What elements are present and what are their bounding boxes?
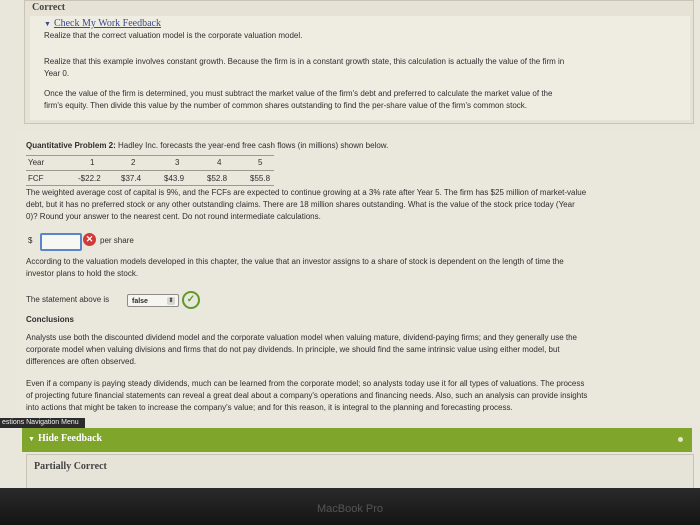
problem-desc-1: The weighted average cost of capital is … xyxy=(26,188,587,197)
table-fcf-1: -$22.2 xyxy=(78,174,101,183)
conclusion-line-1: Analysts use both the discounted dividen… xyxy=(26,333,578,342)
page: Correct ▼ Check My Work Feedback Realize … xyxy=(0,0,700,525)
statement-label: The statement above is xyxy=(26,295,110,304)
table-year-2: 2 xyxy=(131,158,136,167)
answer-unit: per share xyxy=(100,236,134,245)
feedback-line-3b: firm's equity. Then divide this value by… xyxy=(44,101,527,110)
bezel-label: MacBook Pro xyxy=(316,503,384,515)
table-year-1: 1 xyxy=(90,158,95,167)
incorrect-icon: ✕ xyxy=(83,233,96,246)
feedback-status-header: Correct xyxy=(32,2,66,13)
statement-line-1: According to the valuation models develo… xyxy=(26,257,564,266)
conclusion-line-5: of projecting future financial statement… xyxy=(26,391,588,400)
table-fcf-3: $43.9 xyxy=(164,174,185,183)
statement-select[interactable]: false ⇕ xyxy=(127,294,179,307)
table-divider xyxy=(26,185,274,186)
table-divider xyxy=(26,170,274,171)
table-fcf-4: $52.8 xyxy=(207,174,228,183)
feedback-link-label: Check My Work Feedback xyxy=(53,18,161,29)
table-fcf-2: $37.4 xyxy=(121,174,142,183)
currency-symbol: $ xyxy=(28,236,33,245)
select-arrows-icon: ⇕ xyxy=(167,297,175,305)
table-fcf-5: $55.8 xyxy=(250,174,271,183)
feedback-line-2a: Realize that this example involves const… xyxy=(44,57,565,66)
triangle-down-icon: ▼ xyxy=(28,435,35,443)
dot-icon xyxy=(678,437,683,442)
problem-desc-3: 0)? Round your answer to the nearest cen… xyxy=(26,212,321,221)
statement-select-value: false xyxy=(132,298,148,305)
partially-correct-panel xyxy=(26,454,694,490)
hide-feedback-bar[interactable] xyxy=(22,428,692,452)
problem-title-text: Hadley Inc. forecasts the year-end free … xyxy=(115,141,389,150)
feedback-line-3a: Once the value of the firm is determined… xyxy=(44,89,553,98)
triangle-down-icon: ▼ xyxy=(44,20,51,28)
questions-navigation-menu[interactable]: estions Navigation Menu xyxy=(0,418,85,428)
correct-check-icon: ✓ xyxy=(182,291,200,309)
table-year-4: 4 xyxy=(217,158,222,167)
table-year-5: 5 xyxy=(258,158,263,167)
conclusion-line-2: corporate model when valuing divisions a… xyxy=(26,345,560,354)
conclusion-line-6: into actions that might be taken to incr… xyxy=(26,403,513,412)
hide-feedback-label[interactable]: ▼ Hide Feedback xyxy=(28,433,102,444)
table-fcf-label: FCF xyxy=(28,174,44,183)
conclusion-line-4: Even if a company is paying steady divid… xyxy=(26,379,585,388)
feedback-line-1: Realize that the correct valuation model… xyxy=(44,31,303,40)
problem-desc-2: debt, but it has no preferred stock or a… xyxy=(26,200,575,209)
statement-line-2: investor plans to hold the stock. xyxy=(26,269,139,278)
table-year-label: Year xyxy=(28,158,45,167)
partially-correct-label: Partially Correct xyxy=(34,461,107,472)
problem-title-bold: Quantitative Problem 2: xyxy=(26,141,116,150)
hide-feedback-text: Hide Feedback xyxy=(37,433,103,444)
table-year-3: 3 xyxy=(175,158,180,167)
feedback-line-2b: Year 0. xyxy=(44,69,70,78)
stock-price-input[interactable] xyxy=(40,233,82,251)
table-divider xyxy=(26,155,274,156)
problem-title: Quantitative Problem 2: Hadley Inc. fore… xyxy=(26,140,388,152)
check-my-work-feedback-link[interactable]: ▼ Check My Work Feedback xyxy=(44,18,161,29)
conclusion-line-3: differences are often observed. xyxy=(26,357,137,366)
conclusions-title: Conclusions xyxy=(26,315,75,324)
